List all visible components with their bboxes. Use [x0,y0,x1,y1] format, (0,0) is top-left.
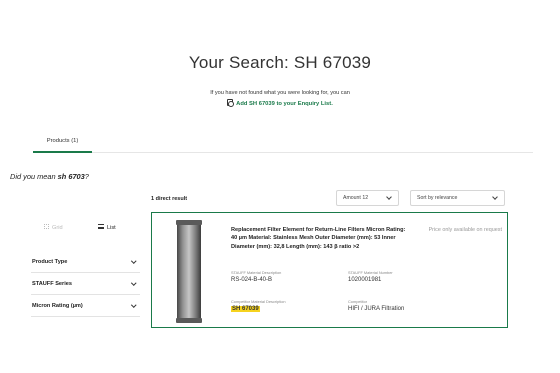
page-title: Your Search: SH 67039 [188,53,372,72]
chevron-down-icon [130,258,136,264]
amount-select[interactable]: Amount 12 [336,190,399,206]
not-found-text: If you have not found what you were look… [210,90,350,96]
chevron-down-icon [386,194,392,200]
competitor-name: HIFI / JURA Filtration [348,306,405,312]
did-you-mean-suffix: ? [84,172,89,181]
grid-view-button[interactable]: Grid [44,224,63,231]
material-number: 1020001981 [348,277,382,283]
chevron-down-icon [130,302,136,308]
grid-view-label: Grid [52,225,63,231]
filter-label: STAUFF Series [32,281,72,287]
result-count: 1 direct result [151,196,188,202]
sort-select[interactable]: Sort by relevance [410,190,505,206]
enquiry-link-label: Add SH 67039 to your Enquiry List. [236,101,333,107]
filter-stauff-series[interactable]: STAUFF Series [31,275,140,295]
did-you-mean: Did you mean sh 6703? [10,172,89,181]
list-icon [98,224,104,229]
price-note: Price only available on request [428,227,502,233]
material-description-label: STAUFF Material Description [231,270,282,275]
amount-select-value: Amount 12 [343,195,369,201]
filter-label: Micron Rating (µm) [32,303,83,309]
result-tabs: Products (1) [33,133,533,153]
tab-products[interactable]: Products (1) [33,133,92,153]
material-description: RS-024-B-40-B [231,277,273,283]
list-view-button[interactable]: List [98,224,116,231]
did-you-mean-prefix: Did you mean [10,172,58,181]
product-card[interactable]: Replacement Filter Element for Return-Li… [151,212,508,328]
add-to-enquiry-link[interactable]: Add SH 67039 to your Enquiry List. [0,99,560,107]
competitor-description-label: Competitor Material Description [231,299,286,304]
filter-element-image [176,220,202,323]
view-toggle: Grid List [36,222,138,234]
chevron-down-icon [492,194,498,200]
chevron-down-icon [130,280,136,286]
filter-micron-rating[interactable]: Micron Rating (µm) [31,297,140,317]
material-number-label: STAUFF Material Number [348,270,393,275]
grid-icon [44,224,49,229]
sort-select-value: Sort by relevance [417,195,458,201]
filter-product-type[interactable]: Product Type [31,253,140,273]
document-add-icon [227,99,235,107]
did-you-mean-link[interactable]: sh 6703 [58,172,85,181]
list-view-label: List [107,225,116,231]
competitor-label: Competitor [348,299,368,304]
filter-label: Product Type [32,259,68,265]
product-title[interactable]: Replacement Filter Element for Return-Li… [231,226,411,251]
competitor-description: SH 67039 [231,306,260,312]
